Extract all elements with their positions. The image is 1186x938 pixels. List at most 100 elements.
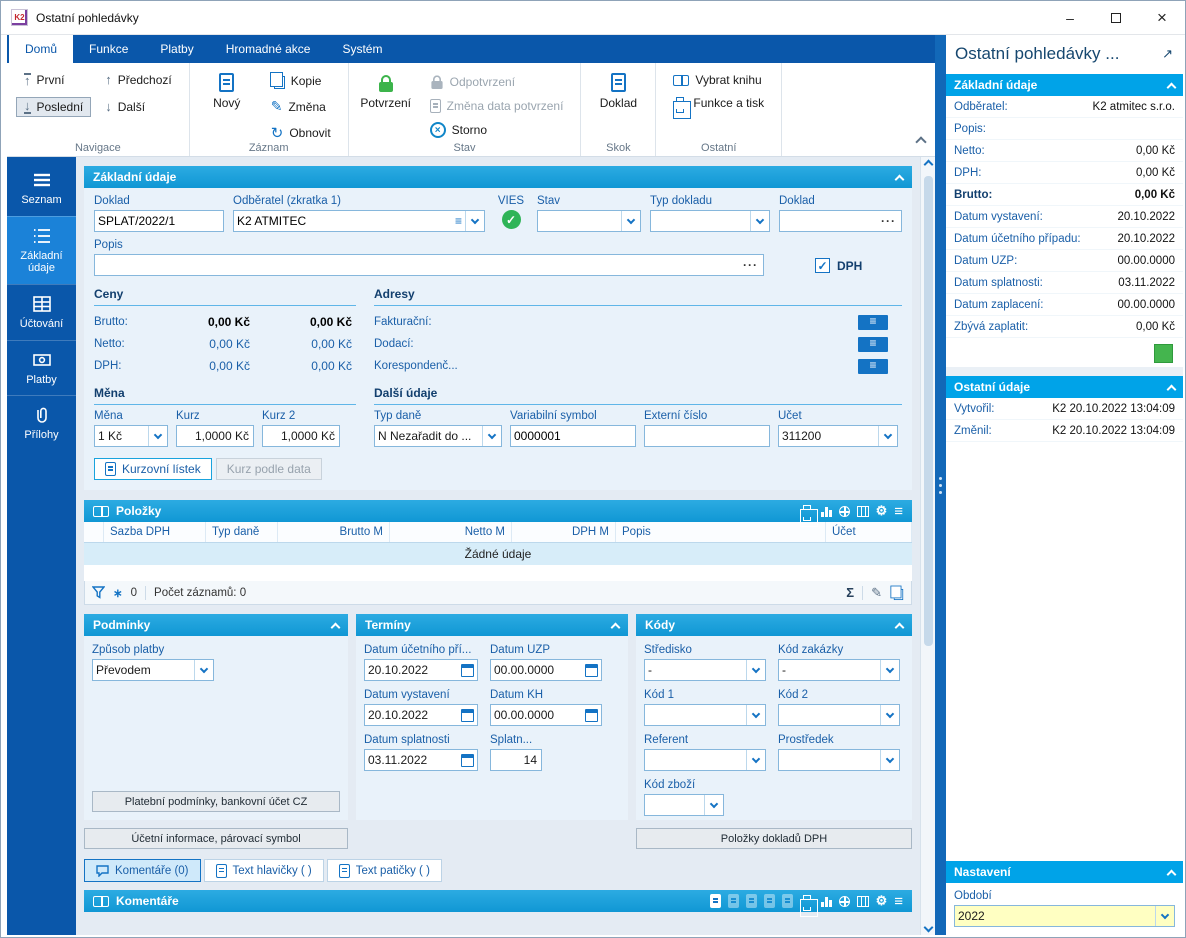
- col-brutto-m[interactable]: Brutto M: [278, 522, 390, 542]
- stredisko-field[interactable]: -: [644, 659, 766, 681]
- tab-domu[interactable]: Domů: [9, 35, 73, 63]
- kod1-dropdown-button[interactable]: [746, 705, 765, 725]
- kod-zbozi-field[interactable]: [644, 794, 724, 816]
- copy-rows-icon[interactable]: [894, 588, 903, 599]
- col-popis[interactable]: Popis: [616, 522, 826, 542]
- confirm-button[interactable]: Potvrzení: [358, 68, 414, 140]
- tab-text-paticky[interactable]: Text patičky ( ): [327, 859, 442, 882]
- col-ucet[interactable]: Účet: [826, 522, 912, 542]
- scrollbar-thumb[interactable]: [924, 176, 933, 646]
- stredisko-dropdown-button[interactable]: [746, 660, 765, 680]
- storno-button[interactable]: ×Storno: [422, 119, 572, 141]
- chart-icon[interactable]: [821, 896, 832, 907]
- zpusob-platby-field[interactable]: Převodem: [92, 659, 214, 681]
- obdobi-dropdown-button[interactable]: [1155, 906, 1174, 926]
- kod-zbozi-dropdown-button[interactable]: [704, 795, 723, 815]
- kurz-podle-data-button[interactable]: Kurz podle data: [216, 458, 322, 480]
- print-icon[interactable]: [800, 897, 814, 908]
- relations-icon[interactable]: ≡: [452, 214, 465, 228]
- variabilni-symbol-field[interactable]: [510, 425, 636, 447]
- zpusob-platby-dropdown-button[interactable]: [194, 660, 213, 680]
- obdobi-field[interactable]: 2022: [954, 905, 1175, 927]
- tab-platby[interactable]: Platby: [144, 35, 209, 63]
- next-button[interactable]: ↓Další: [97, 97, 180, 117]
- splatnost-field[interactable]: 14: [490, 749, 542, 771]
- polozky-header[interactable]: Položky ⚙ ≡: [84, 500, 912, 522]
- new-comment-icon[interactable]: [710, 894, 721, 908]
- functions-print-button[interactable]: Funkce a tisk: [665, 93, 772, 113]
- new-button[interactable]: Nový: [199, 68, 255, 140]
- filter-funnel-icon[interactable]: [92, 586, 105, 599]
- section-header[interactable]: Základní údaje: [84, 166, 912, 188]
- doklad-input[interactable]: [95, 214, 223, 228]
- variabilni-symbol-input[interactable]: [511, 429, 635, 443]
- kody-header[interactable]: Kódy: [636, 614, 912, 636]
- scroll-up-icon[interactable]: [923, 160, 933, 170]
- globe-icon[interactable]: [839, 506, 850, 517]
- typ-dane-field[interactable]: N Nezařadit do ...: [374, 425, 502, 447]
- platebni-podminky-button[interactable]: Platební podmínky, bankovní účet CZ: [92, 791, 340, 812]
- collapse-icon[interactable]: [1167, 869, 1177, 879]
- collapse-ribbon-icon[interactable]: [915, 136, 926, 147]
- typ-dane-dropdown-button[interactable]: [482, 426, 501, 446]
- tab-funkce[interactable]: Funkce: [73, 35, 144, 63]
- filter-star-icon[interactable]: ∗: [113, 586, 123, 600]
- doklad2-field[interactable]: ···: [779, 210, 902, 232]
- komentare-header[interactable]: Komentáře ⚙ ≡: [84, 890, 912, 912]
- first-button[interactable]: ↑První: [16, 70, 91, 90]
- collapse-icon[interactable]: [895, 622, 905, 632]
- podminky-header[interactable]: Podmínky: [84, 614, 348, 636]
- tab-text-hlavicky[interactable]: Text hlavičky ( ): [204, 859, 324, 882]
- datum-ucetniho-pripadu-field[interactable]: 20.10.2022: [364, 659, 478, 681]
- col-sazba-dph[interactable]: Sazba DPH: [104, 522, 206, 542]
- copy-button[interactable]: Kopie: [263, 70, 339, 92]
- typ-dokladu-field[interactable]: [650, 210, 770, 232]
- ucet-field[interactable]: 311200: [778, 425, 898, 447]
- odberatel-dropdown-button[interactable]: [465, 211, 484, 231]
- polozky-dokladu-dph-button[interactable]: Položky dokladů DPH: [636, 828, 912, 849]
- kod1-field[interactable]: [644, 704, 766, 726]
- tab-hromadne-akce[interactable]: Hromadné akce: [210, 35, 327, 63]
- sidebar-item-zakladni-udaje[interactable]: Základní údaje: [7, 216, 76, 284]
- close-button[interactable]: ×: [1139, 1, 1185, 34]
- fakturacni-menu-button[interactable]: ≡: [858, 315, 888, 330]
- preview-other-header[interactable]: Ostatní údaje: [946, 376, 1183, 398]
- col-netto-m[interactable]: Netto M: [390, 522, 512, 542]
- referent-field[interactable]: [644, 749, 766, 771]
- print-icon[interactable]: [800, 507, 814, 518]
- change-button[interactable]: ✎Změna: [263, 95, 339, 118]
- last-button[interactable]: ↓Poslední: [16, 97, 91, 117]
- sum-icon[interactable]: Σ: [846, 585, 854, 600]
- menu-icon[interactable]: ≡: [894, 503, 903, 520]
- kurz-field[interactable]: 1,0000 Kč: [176, 425, 254, 447]
- maximize-button[interactable]: [1093, 1, 1139, 34]
- select-book-button[interactable]: Vybrat knihu: [665, 70, 772, 90]
- mena-dropdown-button[interactable]: [148, 426, 167, 446]
- externi-cislo-input[interactable]: [645, 429, 769, 443]
- doklad-jump-button[interactable]: Doklad: [590, 68, 646, 140]
- sidebar-item-uctovani[interactable]: Účtování: [7, 284, 76, 340]
- gear-icon[interactable]: ⚙: [876, 503, 888, 519]
- kod-zakazky-field[interactable]: -: [778, 659, 900, 681]
- datum-vystaveni-field[interactable]: 20.10.2022: [364, 704, 478, 726]
- kod2-field[interactable]: [778, 704, 900, 726]
- ucet-dropdown-button[interactable]: [878, 426, 897, 446]
- mena-field[interactable]: 1 Kč: [94, 425, 168, 447]
- dph-checkbox[interactable]: ✓: [815, 258, 830, 273]
- columns-icon[interactable]: [857, 506, 869, 517]
- main-scrollbar[interactable]: [920, 157, 935, 935]
- kod2-dropdown-button[interactable]: [880, 705, 899, 725]
- calendar-icon[interactable]: [461, 664, 474, 677]
- chart-icon[interactable]: [821, 506, 832, 517]
- externi-cislo-field[interactable]: [644, 425, 770, 447]
- calendar-icon[interactable]: [461, 709, 474, 722]
- sidebar-item-platby[interactable]: Platby: [7, 340, 76, 396]
- collapse-icon[interactable]: [611, 622, 621, 632]
- col-dph-m[interactable]: DPH M: [512, 522, 616, 542]
- menu-icon[interactable]: ≡: [894, 893, 903, 910]
- unconfirm-button[interactable]: Odpotvrzení: [422, 70, 572, 93]
- doklad-field[interactable]: [94, 210, 224, 232]
- calendar-icon[interactable]: [585, 664, 598, 677]
- ellipsis-button[interactable]: ···: [876, 214, 901, 228]
- stav-dropdown-button[interactable]: [621, 211, 640, 231]
